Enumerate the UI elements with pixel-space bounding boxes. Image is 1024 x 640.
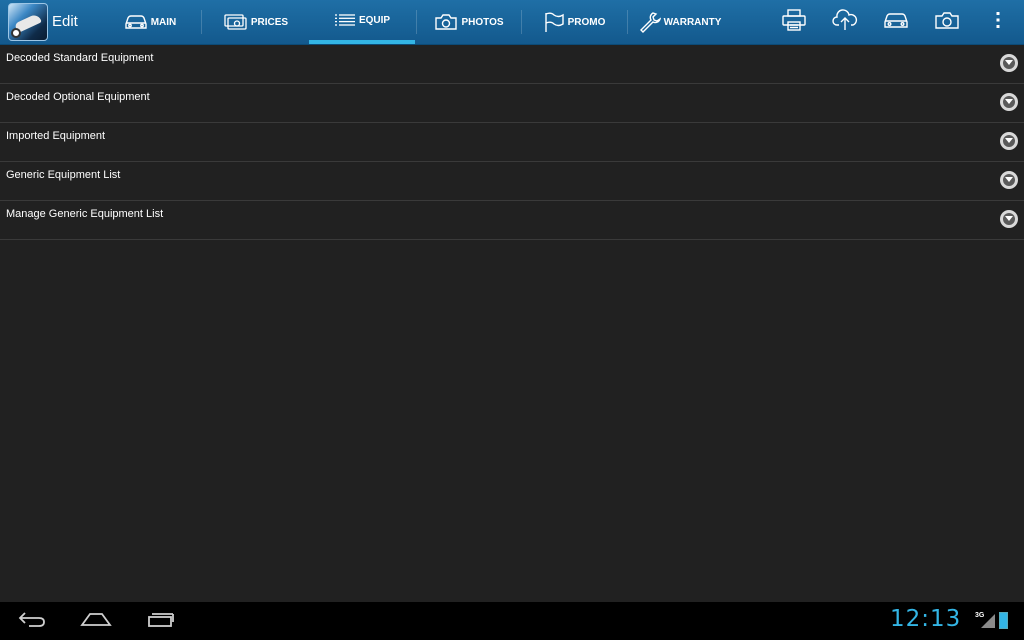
tab-equip-label: EQUIP xyxy=(358,14,391,26)
tab-promo-label: PROMO xyxy=(567,16,606,28)
expand-icon[interactable] xyxy=(1000,132,1018,150)
tab-promo[interactable]: PROMO xyxy=(524,0,624,44)
tab-prices-label: PRICES xyxy=(250,16,289,28)
clock: 12:13 xyxy=(890,606,962,632)
list-item-label: Decoded Optional Equipment xyxy=(6,91,150,103)
print-icon xyxy=(782,8,806,36)
overflow-menu-icon xyxy=(995,10,1001,35)
list-item-decoded-optional[interactable]: Decoded Optional Equipment xyxy=(0,84,1024,123)
tab-main[interactable]: MAIN xyxy=(100,0,200,44)
back-icon xyxy=(17,610,47,633)
tab-photos-label: PHOTOS xyxy=(461,16,504,28)
list-item-imported[interactable]: Imported Equipment xyxy=(0,123,1024,162)
camera-icon xyxy=(434,13,458,31)
tab-warranty-label: WARRANTY xyxy=(663,16,722,28)
overflow-menu-button[interactable] xyxy=(978,0,1018,44)
flag-icon xyxy=(543,11,565,33)
list-item-label: Decoded Standard Equipment xyxy=(6,52,154,64)
wrench-icon xyxy=(639,11,661,33)
expand-icon[interactable] xyxy=(1000,171,1018,189)
expand-icon[interactable] xyxy=(1000,54,1018,72)
tab-divider xyxy=(416,10,417,34)
list-item-label: Generic Equipment List xyxy=(6,169,121,181)
tab-prices[interactable]: PRICES xyxy=(204,0,308,44)
list-item-label: Manage Generic Equipment List xyxy=(6,208,164,220)
upload-button[interactable] xyxy=(825,0,865,44)
list-item-label: Imported Equipment xyxy=(6,130,106,142)
signal-icon xyxy=(981,614,995,628)
home-button[interactable] xyxy=(76,606,116,636)
battery-icon xyxy=(999,612,1008,629)
tab-warranty[interactable]: WARRANTY xyxy=(630,0,730,44)
camera-button[interactable] xyxy=(927,0,967,44)
tab-divider xyxy=(627,10,628,34)
print-button[interactable] xyxy=(774,0,814,44)
back-button[interactable] xyxy=(12,606,52,636)
tab-divider xyxy=(201,10,202,34)
camera-icon xyxy=(934,10,960,35)
list-item-manage-generic[interactable]: Manage Generic Equipment List xyxy=(0,201,1024,240)
expand-icon[interactable] xyxy=(1000,210,1018,228)
money-icon xyxy=(224,13,248,31)
expand-icon[interactable] xyxy=(1000,93,1018,111)
car-icon xyxy=(883,10,909,35)
car-icon xyxy=(124,13,148,31)
action-bar: Edit MAIN PRICES EQUIP PHOTOS PROMO WARR… xyxy=(0,0,1024,45)
list-item-decoded-standard[interactable]: Decoded Standard Equipment xyxy=(0,45,1024,84)
cloud-upload-icon xyxy=(832,8,858,36)
app-logo-icon[interactable] xyxy=(8,3,48,41)
tab-equip[interactable]: EQUIP xyxy=(309,0,415,44)
list-item-generic[interactable]: Generic Equipment List xyxy=(0,162,1024,201)
tab-main-label: MAIN xyxy=(150,16,177,28)
tab-divider xyxy=(521,10,522,34)
recent-apps-button[interactable] xyxy=(141,606,181,636)
tab-photos[interactable]: PHOTOS xyxy=(418,0,520,44)
equipment-list: Decoded Standard Equipment Decoded Optio… xyxy=(0,45,1024,240)
vehicle-button[interactable] xyxy=(876,0,916,44)
recent-apps-icon xyxy=(146,610,176,633)
list-icon xyxy=(334,13,356,27)
home-icon xyxy=(80,611,112,632)
system-bar xyxy=(0,602,1024,640)
app-title: Edit xyxy=(52,13,78,30)
